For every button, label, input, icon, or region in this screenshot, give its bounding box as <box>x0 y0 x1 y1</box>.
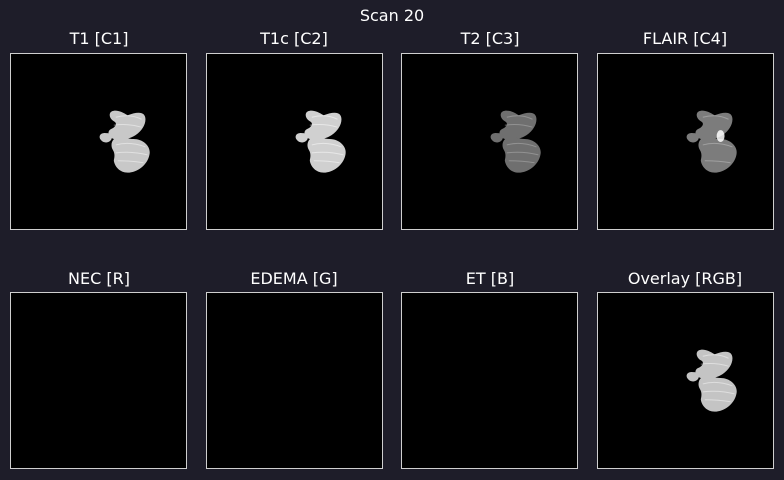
panel-title-nec: NEC [R] <box>68 269 130 288</box>
panel-t1-image <box>10 53 187 230</box>
panel-title-edema: EDEMA [G] <box>250 269 338 288</box>
panel-nec-mask <box>10 292 187 469</box>
panel-edema-mask <box>206 292 383 469</box>
panel-title-t1c: T1c [C2] <box>260 29 328 48</box>
panel-title-flair: FLAIR [C4] <box>642 29 728 48</box>
t1c-brain-slice <box>295 110 346 173</box>
flair-brain-slice <box>686 110 737 173</box>
overlay-brain-slice <box>686 349 737 412</box>
panel-title-et: ET [B] <box>465 269 515 288</box>
figure-title: Scan 20 <box>359 6 425 25</box>
t2-brain-slice <box>490 110 541 173</box>
t1-brain-slice <box>99 110 150 173</box>
panel-t2-image <box>401 53 578 230</box>
panel-title-t2: T2 [C3] <box>460 29 520 48</box>
panel-title-t1: T1 [C1] <box>69 29 129 48</box>
panel-flair-image <box>597 53 774 230</box>
panel-title-overlay: Overlay [RGB] <box>627 269 743 288</box>
panel-overlay-image <box>597 292 774 469</box>
panel-et-mask <box>401 292 578 469</box>
flair-bright-spot <box>716 130 725 142</box>
panel-t1c-image <box>206 53 383 230</box>
